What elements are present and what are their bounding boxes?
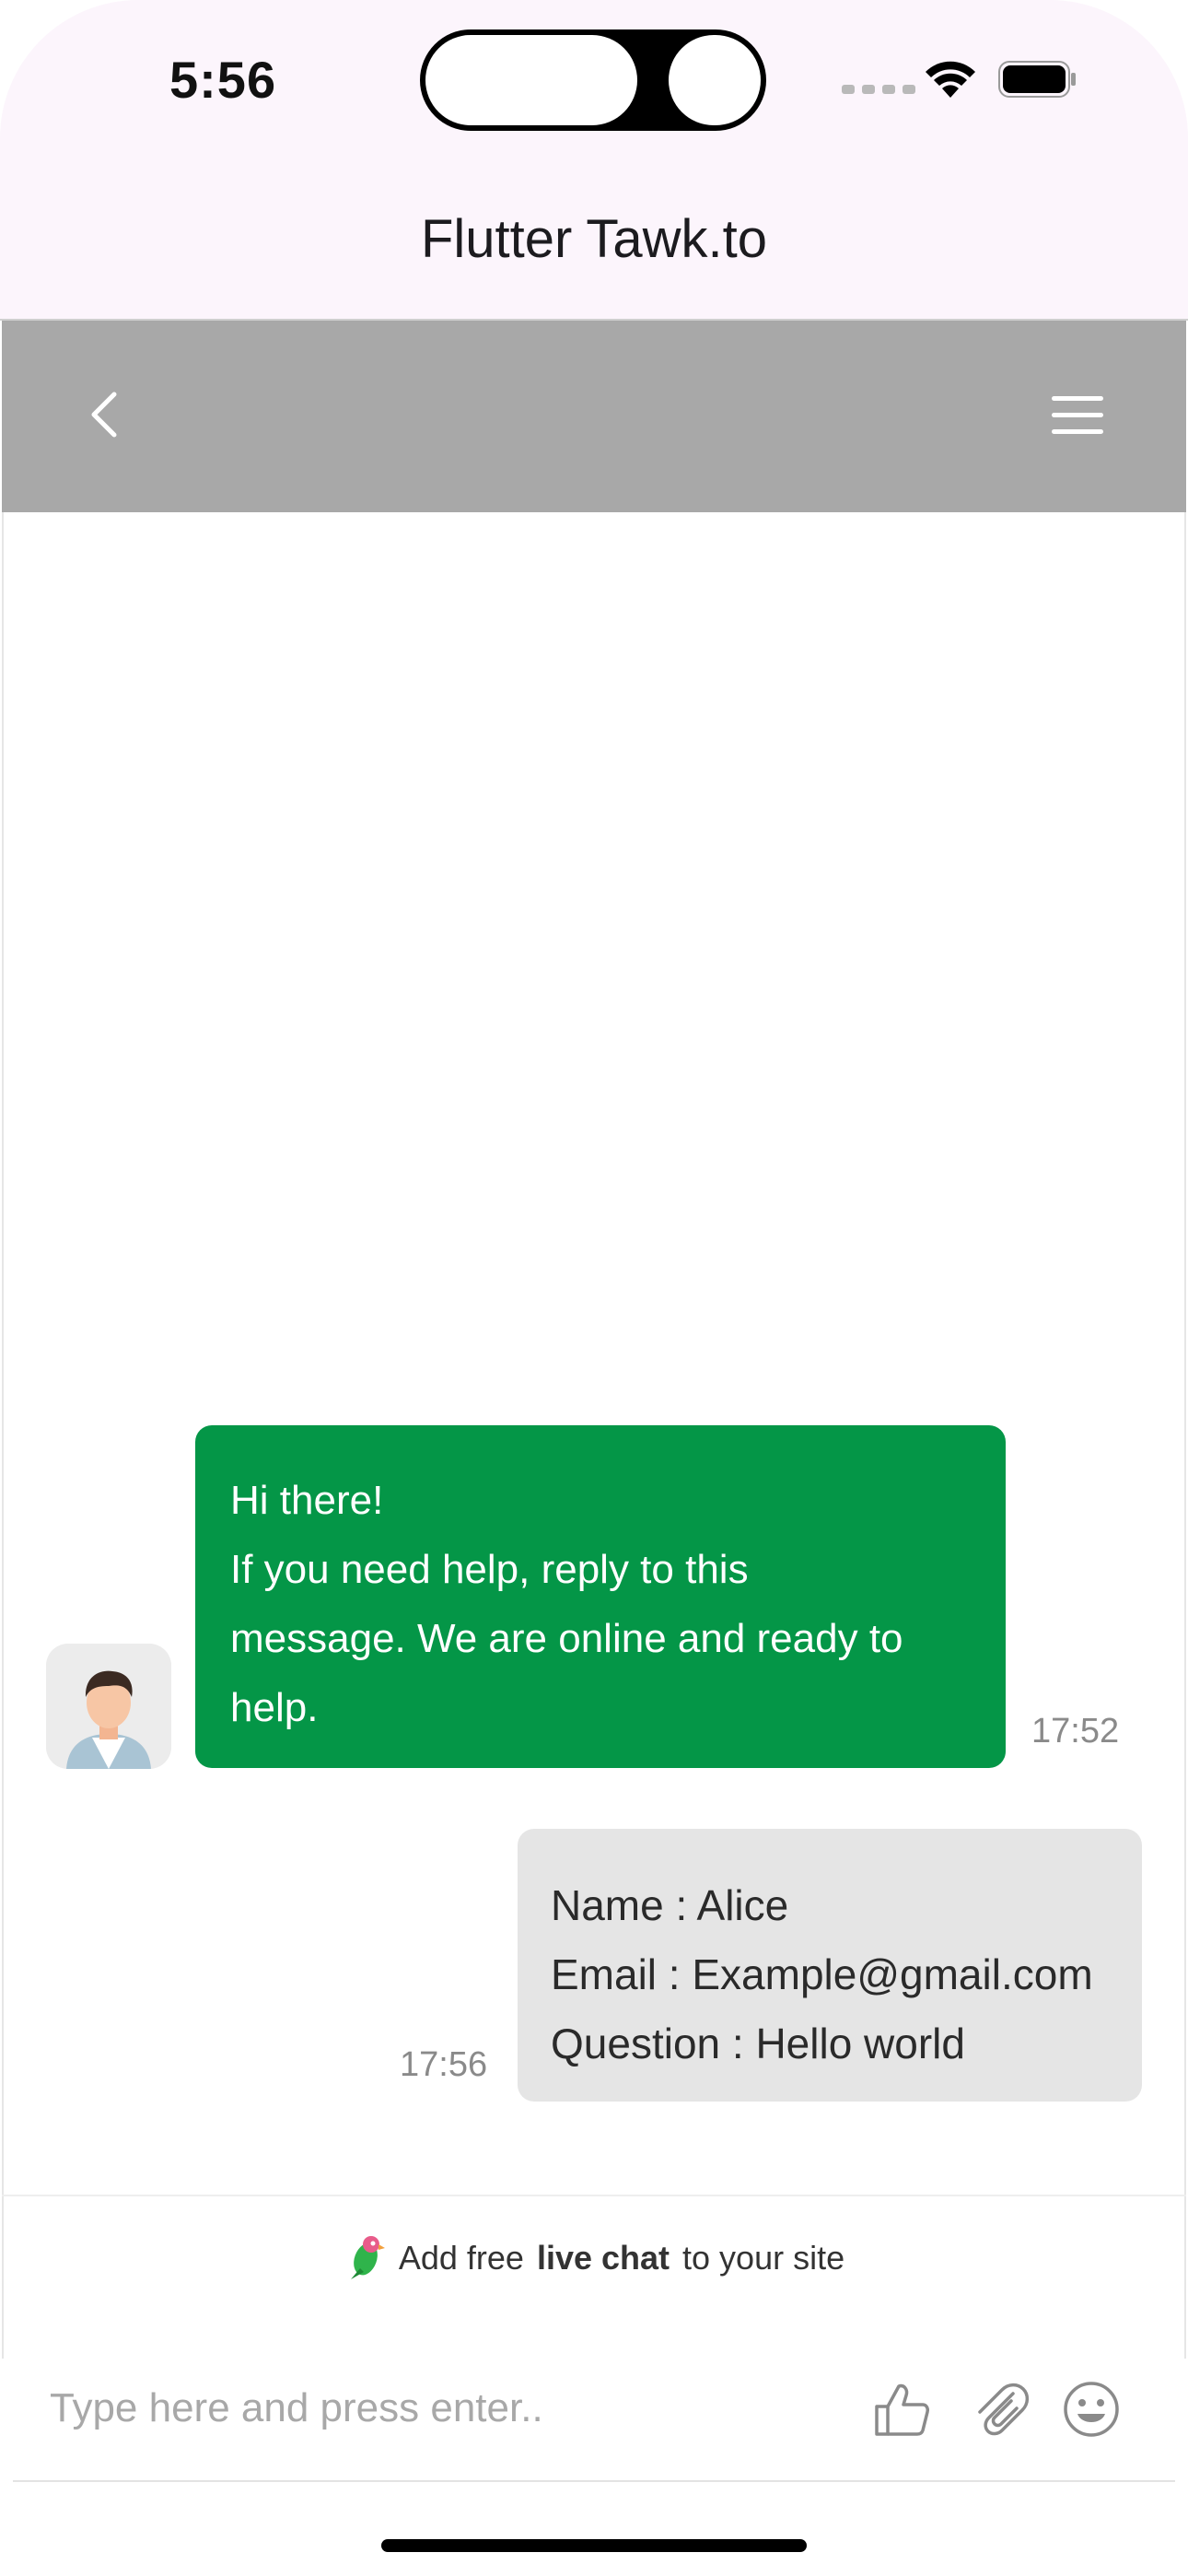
composer-divider <box>13 2480 1175 2482</box>
dynamic-island <box>420 29 766 131</box>
branding-prefix: Add free <box>398 2239 524 2277</box>
app-title: Flutter Tawk.to <box>420 209 768 269</box>
battery-icon <box>998 61 1076 98</box>
person-avatar-icon <box>46 1644 171 1769</box>
cellular-signal-icon <box>842 85 915 94</box>
visitor-message-bubble: Name : Alice Email : Example@gmail.com Q… <box>518 1829 1142 2102</box>
visitor-message-time: 17:56 <box>400 2045 488 2084</box>
message-line: help. <box>230 1685 319 1730</box>
agent-message-bubble: Hi there! If you need help, reply to thi… <box>195 1425 1006 1768</box>
branding-suffix: to your site <box>682 2239 845 2277</box>
chevron-left-icon[interactable] <box>85 387 122 442</box>
message-line: Email : Example@gmail.com <box>551 1950 1093 1998</box>
footer-divider <box>2 2195 1186 2196</box>
chat-header <box>2 321 1186 512</box>
message-line: Hi there! <box>230 1478 384 1523</box>
message-input[interactable] <box>50 2383 842 2434</box>
phone-screen: 5:56 Flutter Tawk.to Hi there! If you ne… <box>0 0 1188 2576</box>
message-line: Question : Hello world <box>551 2020 965 2067</box>
message-line: If you need help, reply to this <box>230 1547 749 1592</box>
branding-bold: live chat <box>536 2239 670 2277</box>
message-line: message. We are online and ready to <box>230 1616 903 1661</box>
agent-message-time: 17:52 <box>1031 1712 1120 1751</box>
tawk-parrot-icon <box>350 2236 385 2279</box>
message-line: Name : Alice <box>551 1881 789 1929</box>
thumbs-up-icon[interactable] <box>871 2379 932 2440</box>
top-bar: 5:56 Flutter Tawk.to <box>0 0 1188 319</box>
paperclip-icon[interactable] <box>971 2379 1031 2440</box>
status-time: 5:56 <box>169 51 277 109</box>
emoji-smile-icon[interactable] <box>1061 2379 1122 2440</box>
branding-link[interactable]: Add free live chat to your site <box>0 2233 1188 2283</box>
hamburger-menu-icon[interactable] <box>1050 394 1105 437</box>
wifi-icon <box>926 61 975 98</box>
agent-avatar <box>46 1644 171 1769</box>
home-indicator[interactable] <box>381 2539 807 2552</box>
